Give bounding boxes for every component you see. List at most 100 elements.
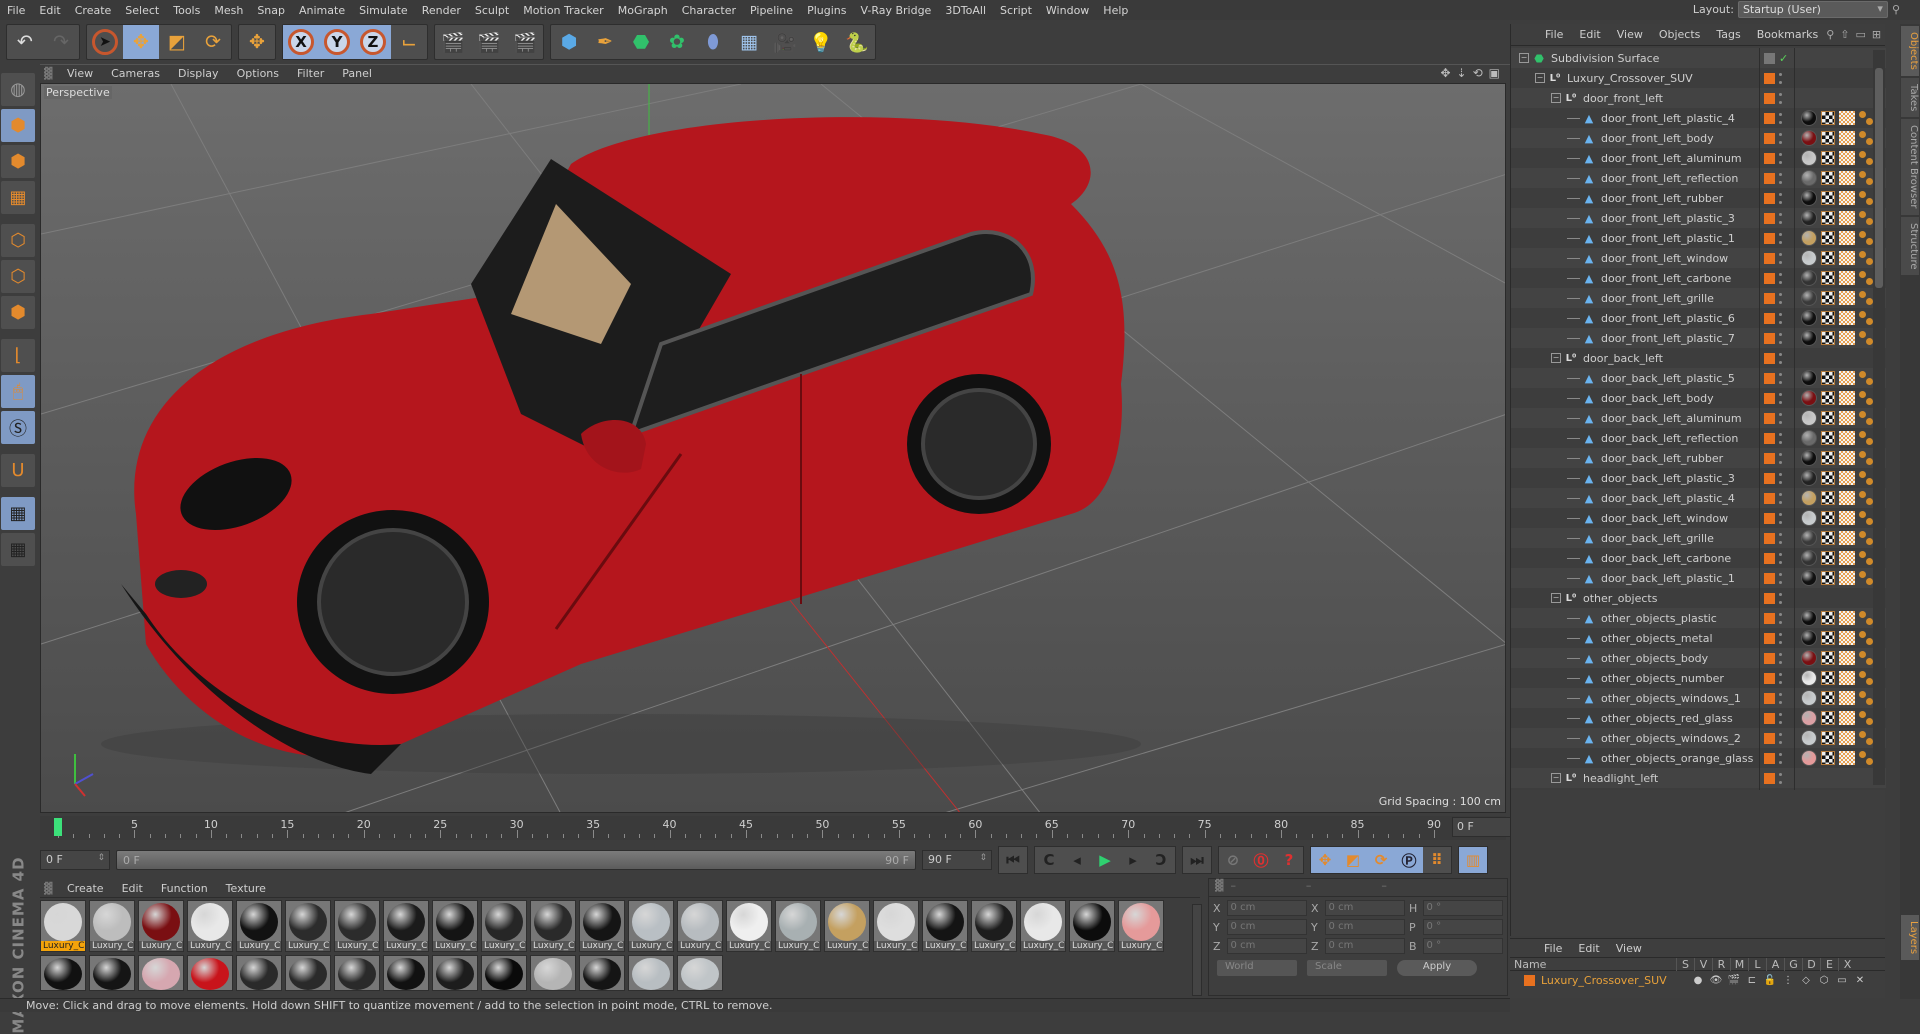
uvw-tag-icon[interactable] <box>1821 251 1835 265</box>
texture-tag-icon[interactable] <box>1839 431 1855 445</box>
object-name[interactable]: other_objects_windows_1 <box>1601 692 1741 705</box>
visibility-dots-icon[interactable] <box>1779 772 1782 784</box>
phong-tag-icon[interactable] <box>1859 211 1873 225</box>
menu-animate[interactable]: Animate <box>292 4 352 17</box>
camera-icon[interactable]: 🎥 <box>767 25 803 59</box>
visibility-dots-icon[interactable] <box>1779 612 1782 624</box>
material-swatch[interactable]: Luxury_C <box>530 900 576 952</box>
material-tag-icon[interactable] <box>1801 730 1817 746</box>
material-tag-icon[interactable] <box>1801 310 1817 326</box>
material-tag-icon[interactable] <box>1801 250 1817 266</box>
visibility-dots-icon[interactable] <box>1779 652 1782 664</box>
tab-takes[interactable]: Takes <box>1901 77 1919 118</box>
expand-toggle-icon[interactable]: − <box>1551 93 1561 103</box>
menu-sculpt[interactable]: Sculpt <box>468 4 516 17</box>
material-swatch[interactable]: Luxury_C <box>89 900 135 952</box>
menu-simulate[interactable]: Simulate <box>352 4 415 17</box>
record-keys-icon[interactable]: ⓪ <box>1247 847 1275 873</box>
coordinate-input[interactable]: 0 cm <box>1226 919 1307 935</box>
menu-script[interactable]: Script <box>993 4 1039 17</box>
texture-tag-icon[interactable] <box>1839 411 1855 425</box>
coordinate-input[interactable]: 0 cm <box>1226 900 1307 916</box>
edges-mode-icon[interactable]: ⬡ <box>1 260 35 293</box>
layer-color-icon[interactable] <box>1764 292 1775 304</box>
texture-tag-icon[interactable] <box>1839 571 1855 585</box>
prev-keyframe-icon[interactable]: C <box>1035 847 1063 873</box>
material-swatch[interactable] <box>481 955 527 991</box>
visibility-dots-icon[interactable] <box>1779 192 1782 204</box>
uvw-tag-icon[interactable] <box>1821 311 1835 325</box>
menu-file[interactable]: File <box>0 4 32 17</box>
layer-column-v[interactable]: V <box>1694 957 1712 971</box>
scale-icon[interactable]: ◩ <box>159 25 195 59</box>
object-name[interactable]: door_front_left_plastic_4 <box>1601 112 1735 125</box>
end-frame-field[interactable]: 90 F ⇕ <box>922 850 992 870</box>
object-name[interactable]: door_front_left_aluminum <box>1601 152 1742 165</box>
visibility-dots-icon[interactable] <box>1779 412 1782 424</box>
phong-tag-icon[interactable] <box>1859 611 1873 625</box>
object-row[interactable]: ▲ other_objects_plastic <box>1511 608 1886 628</box>
coordinate-type-dropdown[interactable]: Scale <box>1307 960 1387 976</box>
layer-name[interactable]: Luxury_Crossover_SUV <box>1541 974 1689 987</box>
object-row[interactable]: ▲ door_back_left_window <box>1511 508 1886 528</box>
x-axis-lock-icon[interactable]: X <box>283 25 319 59</box>
material-swatch[interactable] <box>432 955 478 991</box>
menu-motion-tracker[interactable]: Motion Tracker <box>516 4 610 17</box>
manager-toggle-icon[interactable]: ⊏ <box>1743 975 1761 986</box>
visibility-dots-icon[interactable] <box>1779 252 1782 264</box>
phong-tag-icon[interactable] <box>1859 571 1873 585</box>
material-swatch[interactable]: Luxury_C <box>677 900 723 952</box>
texture-tag-icon[interactable] <box>1839 511 1855 525</box>
layer-color-icon[interactable] <box>1764 92 1775 104</box>
uvw-tag-icon[interactable] <box>1821 451 1835 465</box>
workplane-mode-icon[interactable]: ▦ <box>1 181 35 214</box>
menu-snap[interactable]: Snap <box>250 4 292 17</box>
material-swatch[interactable]: Luxury_C <box>726 900 772 952</box>
object-name[interactable]: door_front_left_plastic_3 <box>1601 212 1735 225</box>
layer-color-icon[interactable] <box>1764 192 1775 204</box>
object-name[interactable]: door_front_left_plastic_7 <box>1601 332 1735 345</box>
material-swatch[interactable]: Luxury_C <box>1020 900 1066 952</box>
car-model[interactable] <box>101 117 1141 774</box>
z-axis-lock-icon[interactable]: Z <box>355 25 391 59</box>
expand-toggle-icon[interactable]: − <box>1551 353 1561 363</box>
uvw-tag-icon[interactable] <box>1821 271 1835 285</box>
uvw-tag-icon[interactable] <box>1821 111 1835 125</box>
om-header-icons[interactable]: ⚲⇧▭⊞ <box>1826 28 1887 41</box>
cube-icon[interactable]: ⬢ <box>551 25 587 59</box>
animation-toggle-icon[interactable]: ⋮ <box>1779 975 1797 986</box>
material-swatch[interactable]: Luxury_C <box>236 900 282 952</box>
uvw-tag-icon[interactable] <box>1821 371 1835 385</box>
material-tag-icon[interactable] <box>1801 110 1817 126</box>
material-swatch[interactable] <box>677 955 723 991</box>
layer-column-r[interactable]: R <box>1712 957 1730 971</box>
visibility-dots-icon[interactable] <box>1779 312 1782 324</box>
object-name[interactable]: headlight_left <box>1583 772 1658 785</box>
object-row[interactable]: ▲ door_front_left_plastic_7 <box>1511 328 1886 348</box>
solo-icon[interactable]: Ⓢ <box>1 411 35 444</box>
material-tag-icon[interactable] <box>1801 330 1817 346</box>
render-settings-icon[interactable]: 🎬 <box>507 25 543 59</box>
apply-button[interactable]: Apply <box>1397 960 1477 976</box>
phong-tag-icon[interactable] <box>1859 531 1873 545</box>
material-menu-texture[interactable]: Texture <box>217 882 275 895</box>
tab-structure[interactable]: Structure <box>1901 216 1919 276</box>
material-swatch[interactable]: Luxury_C <box>1069 900 1115 952</box>
next-keyframe-icon[interactable]: Ɔ <box>1147 847 1175 873</box>
object-row[interactable]: − L⁰ door_back_left <box>1511 348 1886 368</box>
texture-mode-icon[interactable]: ⬢ <box>1 145 35 178</box>
visibility-dots-icon[interactable] <box>1779 712 1782 724</box>
layer-color-icon[interactable] <box>1764 752 1775 764</box>
phong-tag-icon[interactable] <box>1859 311 1873 325</box>
material-swatch[interactable]: Luxury_C <box>775 900 821 952</box>
model-mode-icon[interactable]: ⬢ <box>1 109 35 142</box>
visibility-dots-icon[interactable] <box>1779 132 1782 144</box>
material-swatch[interactable] <box>383 955 429 991</box>
y-axis-lock-icon[interactable]: Y <box>319 25 355 59</box>
material-menu-create[interactable]: Create <box>58 882 113 895</box>
coordinate-mode-dropdown[interactable]: World <box>1217 960 1297 976</box>
visibility-dots-icon[interactable] <box>1779 112 1782 124</box>
object-row[interactable]: − L⁰ Luxury_Crossover_SUV <box>1511 68 1886 88</box>
object-row[interactable]: ▲ door_front_left_carbone <box>1511 268 1886 288</box>
object-row[interactable]: − ⬣ Subdivision Surface ✓ <box>1511 48 1886 68</box>
